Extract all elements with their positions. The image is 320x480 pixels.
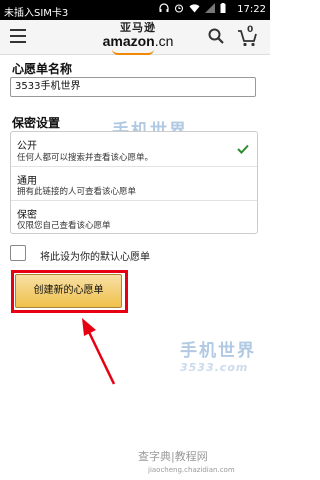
menu-icon[interactable] bbox=[10, 29, 26, 43]
privacy-option-private[interactable]: 保密 仅限您自己查看该心愿单 bbox=[11, 201, 257, 234]
option-desc: 任何人都可以搜索并查看该心愿单。 bbox=[17, 153, 154, 163]
footer-watermark: 查字典|教程网 bbox=[138, 450, 208, 463]
default-wishlist-label: 将此设为你的默认心愿单 bbox=[40, 252, 150, 263]
default-wishlist-checkbox[interactable] bbox=[10, 245, 26, 261]
logo-smile bbox=[112, 49, 154, 55]
watermark-3: 手机世界 3533.com bbox=[180, 341, 256, 374]
carrier-text: 未插入SIM卡3 bbox=[4, 8, 69, 19]
create-wishlist-button[interactable]: 创建新的心愿单 bbox=[15, 274, 122, 308]
privacy-label: 保密设置 bbox=[12, 116, 61, 130]
option-title: 公开 bbox=[17, 141, 37, 152]
signal-icon bbox=[205, 3, 215, 16]
check-icon bbox=[237, 139, 249, 154]
wifi-icon bbox=[189, 3, 200, 16]
status-bar: 未插入SIM卡3 17:22 bbox=[0, 0, 270, 20]
footer-watermark-url: jiaocheng.chazidian.com bbox=[148, 466, 235, 474]
pointer-arrow-icon bbox=[78, 318, 118, 388]
logo-wordmark: amazon.cn bbox=[102, 33, 174, 49]
wishlist-name-input[interactable]: 3533手机世界 bbox=[10, 77, 256, 97]
privacy-options: 公开 任何人都可以搜索并查看该心愿单。 通用 拥有此链接的人可查看该心愿单 保密… bbox=[10, 131, 258, 234]
option-desc: 仅限您自己查看该心愿单 bbox=[17, 221, 111, 231]
battery-icon bbox=[220, 3, 226, 16]
clock-text: 17:22 bbox=[237, 4, 266, 15]
option-desc: 拥有此链接的人可查看该心愿单 bbox=[17, 187, 137, 197]
privacy-option-public[interactable]: 公开 任何人都可以搜索并查看该心愿单。 bbox=[11, 132, 257, 166]
app-header: 亚马逊 amazon.cn 0 bbox=[0, 20, 270, 55]
search-icon[interactable] bbox=[208, 28, 224, 44]
alarm-icon bbox=[174, 3, 184, 16]
status-icons bbox=[159, 3, 226, 16]
headphones-icon bbox=[159, 3, 169, 16]
wishlist-name-label: 心愿单名称 bbox=[12, 62, 73, 76]
amazon-logo[interactable]: 亚马逊 amazon.cn bbox=[98, 22, 178, 55]
privacy-option-shared[interactable]: 通用 拥有此链接的人可查看该心愿单 bbox=[11, 167, 257, 200]
cart-count: 0 bbox=[247, 25, 254, 35]
